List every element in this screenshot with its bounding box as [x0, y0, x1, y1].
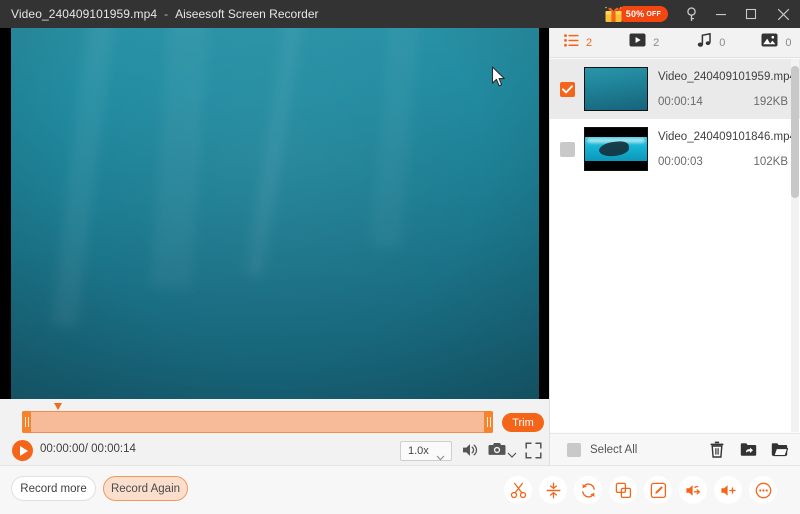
- tab-audio[interactable]: 0: [697, 32, 726, 53]
- select-all-control[interactable]: Select All: [567, 442, 638, 457]
- close-icon[interactable]: [766, 0, 800, 28]
- media-type-tabs: 2 2 0 0: [550, 28, 800, 58]
- screen-recorder-window: Video_240409101959.mp4 - Aiseesoft Scree…: [0, 0, 800, 514]
- music-icon: [697, 32, 712, 53]
- edit-tool-button[interactable]: [644, 476, 672, 504]
- trim-handle-right[interactable]: [484, 411, 493, 433]
- open-folder-button[interactable]: [768, 439, 790, 461]
- title-bar: Video_240409101959.mp4 - Aiseesoft Scree…: [0, 0, 800, 28]
- trim-button[interactable]: Trim: [502, 413, 544, 432]
- screenshot-camera-icon[interactable]: [488, 441, 506, 462]
- item-size: 102KB: [753, 155, 788, 168]
- playback-controls: 00:00:00/ 00:00:14 1.0x: [0, 437, 549, 465]
- item-file-name: Video_240409101959.mp4: [658, 70, 796, 83]
- record-again-button[interactable]: Record Again: [103, 476, 188, 501]
- tab-image-count: 0: [785, 36, 792, 49]
- select-all-checkbox[interactable]: [567, 442, 581, 457]
- promo-badge: 50% OFF: [616, 6, 668, 22]
- recording-list: Video_240409101959.mp4 00:00:14 192KB Vi…: [550, 59, 800, 432]
- record-more-button[interactable]: Record more: [11, 476, 96, 501]
- play-button[interactable]: [12, 440, 33, 461]
- delete-button[interactable]: [706, 439, 728, 461]
- list-icon: [564, 33, 579, 52]
- item-thumbnail: [584, 67, 648, 111]
- tool-buttons: [504, 476, 777, 504]
- minimize-icon[interactable]: [706, 0, 736, 28]
- volume-icon[interactable]: [461, 441, 479, 464]
- tab-all[interactable]: 2: [564, 33, 593, 52]
- item-file-name: Video_240409101846.mp4: [658, 130, 796, 143]
- trim-bar-row: Trim: [0, 399, 549, 441]
- compress-tool-button[interactable]: [539, 476, 567, 504]
- title-separator: -: [164, 7, 169, 21]
- window-controls: 50% OFF: [604, 0, 800, 28]
- timecode-label: 00:00:00/ 00:00:14: [40, 443, 136, 455]
- list-scrollbar-thumb[interactable]: [791, 66, 799, 198]
- item-checkbox[interactable]: [560, 141, 575, 157]
- tab-video[interactable]: 2: [629, 33, 659, 52]
- tab-audio-count: 0: [719, 36, 726, 49]
- mouse-cursor-icon: [491, 66, 507, 88]
- trim-handle-left[interactable]: [22, 411, 31, 433]
- list-footer: Select All: [550, 433, 800, 465]
- image-icon: [761, 33, 778, 52]
- promo-percent: 50%: [625, 9, 645, 19]
- select-all-label: Select All: [590, 443, 638, 456]
- maximize-icon[interactable]: [736, 0, 766, 28]
- list-actions: [706, 439, 790, 461]
- trim-tool-button[interactable]: [504, 476, 532, 504]
- item-meta: Video_240409101959.mp4 00:00:14 192KB: [658, 71, 800, 108]
- volume-boost-tool-button[interactable]: [714, 476, 742, 504]
- video-frame: [11, 28, 539, 399]
- share-folder-button[interactable]: [737, 439, 759, 461]
- list-item[interactable]: Video_240409101846.mp4 00:00:03 102KB: [550, 119, 800, 179]
- gift-icon: [604, 5, 623, 23]
- item-thumbnail: [584, 127, 648, 171]
- promo-banner[interactable]: 50% OFF: [604, 0, 668, 28]
- camera-options-chevron-icon[interactable]: [507, 446, 517, 464]
- trim-selection: [23, 412, 492, 432]
- bottom-toolbar: Record more Record Again: [0, 465, 800, 514]
- convert-tool-button[interactable]: [574, 476, 602, 504]
- more-tool-button[interactable]: [749, 476, 777, 504]
- tab-all-count: 2: [586, 36, 593, 49]
- tab-image[interactable]: 0: [761, 33, 792, 52]
- item-meta: Video_240409101846.mp4 00:00:03 102KB: [658, 131, 800, 168]
- recording-list-panel: 2 2 0 0 Video_240409101959.mp4 00:00:14 …: [549, 28, 800, 465]
- item-size: 192KB: [753, 95, 788, 108]
- playback-speed-value: 1.0x: [408, 445, 429, 457]
- app-name: Aiseesoft Screen Recorder: [175, 7, 319, 21]
- merge-tool-button[interactable]: [609, 476, 637, 504]
- playback-speed-select[interactable]: 1.0x: [400, 441, 452, 461]
- trim-track[interactable]: [22, 411, 493, 433]
- key-icon[interactable]: [676, 0, 706, 28]
- video-preview[interactable]: [0, 28, 549, 399]
- promo-off-label: OFF: [646, 10, 661, 18]
- item-checkbox[interactable]: [560, 81, 575, 97]
- chevron-down-icon: [436, 448, 445, 466]
- vignette: [11, 28, 539, 399]
- audio-extract-tool-button[interactable]: [679, 476, 707, 504]
- item-duration: 00:00:03: [658, 155, 703, 168]
- item-duration: 00:00:14: [658, 95, 703, 108]
- tab-video-count: 2: [653, 36, 660, 49]
- list-item[interactable]: Video_240409101959.mp4 00:00:14 192KB: [550, 59, 800, 119]
- window-file-name: Video_240409101959.mp4: [11, 7, 158, 21]
- fullscreen-icon[interactable]: [525, 442, 542, 464]
- video-icon: [629, 33, 646, 52]
